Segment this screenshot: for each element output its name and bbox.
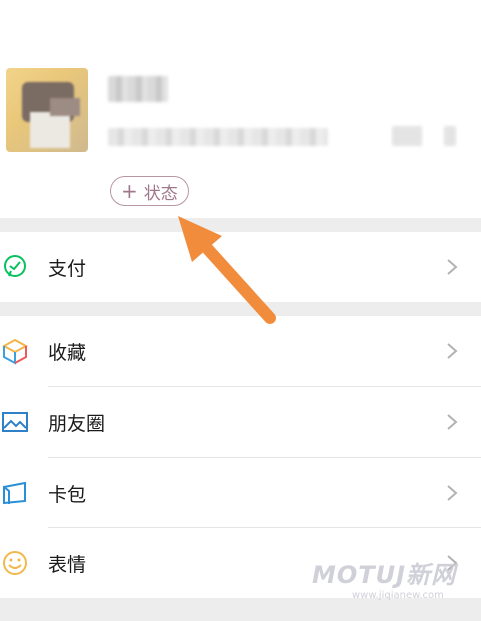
status-label: 状态 (143, 183, 178, 204)
menu-item-label: 卡包 (48, 483, 87, 506)
favorites-cube-icon (0, 336, 30, 366)
me-page: + 状态 支付 收藏 朋友圈 卡包 表情 MOTUJ新网 www.jiqiane… (0, 0, 481, 621)
emoji-smile-icon (0, 548, 30, 578)
menu-item-label: 表情 (48, 553, 87, 576)
menu-item-pay[interactable]: 支付 (0, 232, 481, 302)
section-separator (0, 302, 481, 316)
menu-item-label: 朋友圈 (48, 412, 106, 435)
menu-item-label: 收藏 (48, 341, 87, 364)
section-separator (0, 598, 481, 621)
chevron-right-icon (447, 343, 458, 359)
section-separator (0, 218, 481, 232)
watermark-url: www.jiqianew.com (352, 590, 444, 601)
avatar[interactable] (6, 68, 88, 152)
wechat-pay-icon (0, 252, 30, 282)
qr-code-icon[interactable] (392, 126, 422, 146)
chevron-right-icon (447, 414, 458, 430)
add-status-button[interactable]: + 状态 (110, 176, 189, 206)
wechat-id-blurred (108, 128, 328, 146)
menu-item-moments[interactable]: 朋友圈 (0, 387, 481, 457)
profile-header[interactable]: + 状态 (0, 0, 481, 218)
nickname-blurred (108, 76, 168, 102)
menu-item-card-wallet[interactable]: 卡包 (0, 458, 481, 528)
plus-icon: + (121, 179, 138, 203)
profile-chevron-icon[interactable] (444, 126, 456, 146)
chevron-right-icon (447, 259, 458, 275)
moments-picture-icon (0, 407, 30, 437)
chevron-right-icon (447, 485, 458, 501)
menu-item-favorites[interactable]: 收藏 (0, 316, 481, 386)
menu-item-label: 支付 (48, 257, 87, 280)
watermark: MOTUJ新网 www.jiqianew.com (312, 555, 472, 601)
watermark-brand: MOTUJ新网 (312, 561, 457, 589)
card-wallet-icon (0, 478, 30, 508)
